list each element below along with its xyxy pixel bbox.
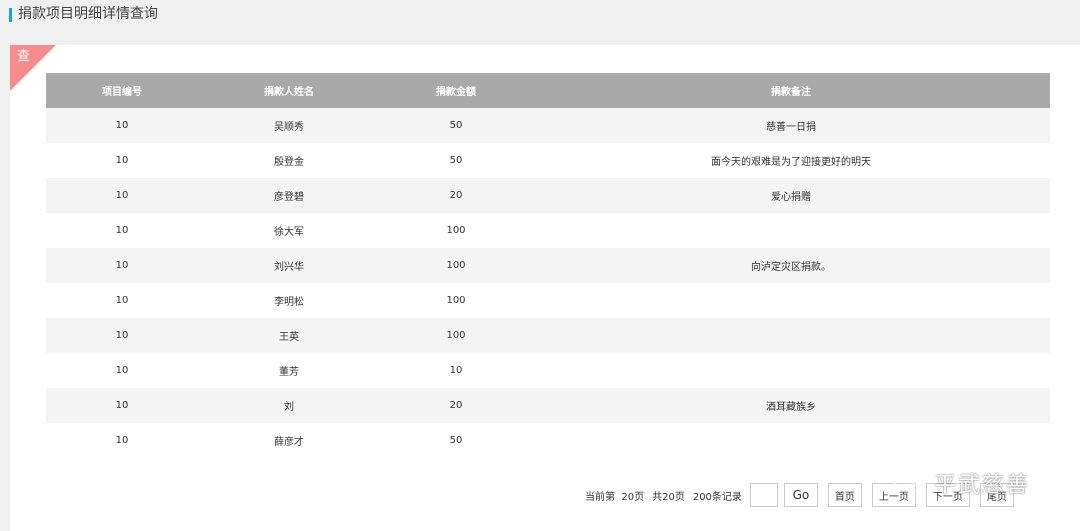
- pager-total-pages: 共20页: [652, 491, 685, 503]
- content-panel: 查 项目编号 捐款人姓名 捐款金额 捐款备注 10 吴顺秀 50 慈善一日捐 1…: [10, 45, 1080, 531]
- table-row: 10 王英 100: [46, 318, 1050, 353]
- cell-project-id: 10: [46, 143, 198, 178]
- cell-project-id: 10: [46, 283, 198, 318]
- page-jump-input[interactable]: [749, 483, 778, 507]
- cell-project-id: 10: [46, 353, 198, 388]
- cell-note: [532, 283, 1050, 318]
- cell-amount: 50: [380, 423, 532, 458]
- cell-amount: 100: [380, 213, 532, 248]
- cell-note: 向泸定灾区捐款。: [532, 248, 1050, 283]
- cell-amount: 50: [380, 108, 532, 143]
- cell-donor-name: 薛彦才: [198, 423, 380, 458]
- column-header-note: 捐款备注: [532, 73, 1050, 108]
- cell-amount: 100: [380, 283, 532, 318]
- column-header-project-id: 项目编号: [46, 73, 198, 108]
- cell-project-id: 10: [46, 213, 198, 248]
- cell-note: 爱心捐赠: [532, 178, 1050, 213]
- cell-note: 慈善一日捐: [532, 108, 1050, 143]
- cell-project-id: 10: [46, 178, 198, 213]
- cell-amount: 20: [380, 178, 532, 213]
- cell-note: 面今天的艰难是为了迎接更好的明天: [532, 143, 1050, 178]
- cell-note: 酒耳藏族乡: [532, 388, 1050, 423]
- donation-table: 项目编号 捐款人姓名 捐款金额 捐款备注 10 吴顺秀 50 慈善一日捐 10 …: [46, 73, 1050, 458]
- table-header-row: 项目编号 捐款人姓名 捐款金额 捐款备注: [46, 73, 1050, 108]
- table-row: 10 吴顺秀 50 慈善一日捐: [46, 108, 1050, 143]
- go-button[interactable]: Go: [783, 483, 818, 507]
- table-row: 10 徐大军 100: [46, 213, 1050, 248]
- wechat-icon: [893, 472, 923, 493]
- first-page-button[interactable]: 首页: [827, 483, 862, 507]
- cell-note: [532, 318, 1050, 353]
- table-row: 10 董芳 10: [46, 353, 1050, 388]
- cell-project-id: 10: [46, 388, 198, 423]
- cell-donor-name: 彦登碧: [198, 178, 380, 213]
- cell-note: [532, 423, 1050, 458]
- table-row: 10 彦登碧 20 爱心捐赠: [46, 178, 1050, 213]
- table-row: 10 刘 20 酒耳藏族乡: [46, 388, 1050, 423]
- cell-amount: 20: [380, 388, 532, 423]
- table-row: 10 殷登金 50 面今天的艰难是为了迎接更好的明天: [46, 143, 1050, 178]
- title-accent-bar: [9, 8, 12, 22]
- query-tag-label: 查: [17, 49, 31, 64]
- cell-project-id: 10: [46, 318, 198, 353]
- cell-amount: 50: [380, 143, 532, 178]
- cell-donor-name: 徐大军: [198, 213, 380, 248]
- cell-amount: 100: [380, 318, 532, 353]
- cell-note: [532, 353, 1050, 388]
- cell-project-id: 10: [46, 423, 198, 458]
- cell-donor-name: 殷登金: [198, 143, 380, 178]
- page-title: 捐款项目明细详情查询: [18, 6, 158, 22]
- table-row: 10 李明松 100: [46, 283, 1050, 318]
- column-header-amount: 捐款金额: [380, 73, 532, 108]
- watermark-text: 平武慈善: [934, 473, 1031, 498]
- cell-project-id: 10: [46, 108, 198, 143]
- cell-donor-name: 李明松: [198, 283, 380, 318]
- table-row: 10 薛彦才 50: [46, 423, 1050, 458]
- cell-donor-name: 王英: [198, 318, 380, 353]
- column-header-donor-name: 捐款人姓名: [198, 73, 380, 108]
- cell-amount: 10: [380, 353, 532, 388]
- cell-project-id: 10: [46, 248, 198, 283]
- cell-amount: 100: [380, 248, 532, 283]
- page-header: 捐款项目明细详情查询: [0, 0, 1080, 45]
- cell-donor-name: 刘兴华: [198, 248, 380, 283]
- pager-total-records: 200条记录: [692, 491, 742, 503]
- watermark: 平武慈善: [892, 468, 1030, 498]
- cell-note: [532, 213, 1050, 248]
- pager-current-page: 当前第 20页: [585, 491, 645, 503]
- table-row: 10 刘兴华 100 向泸定灾区捐款。: [46, 248, 1050, 283]
- cell-donor-name: 刘: [198, 388, 380, 423]
- cell-donor-name: 吴顺秀: [198, 108, 380, 143]
- cell-donor-name: 董芳: [198, 353, 380, 388]
